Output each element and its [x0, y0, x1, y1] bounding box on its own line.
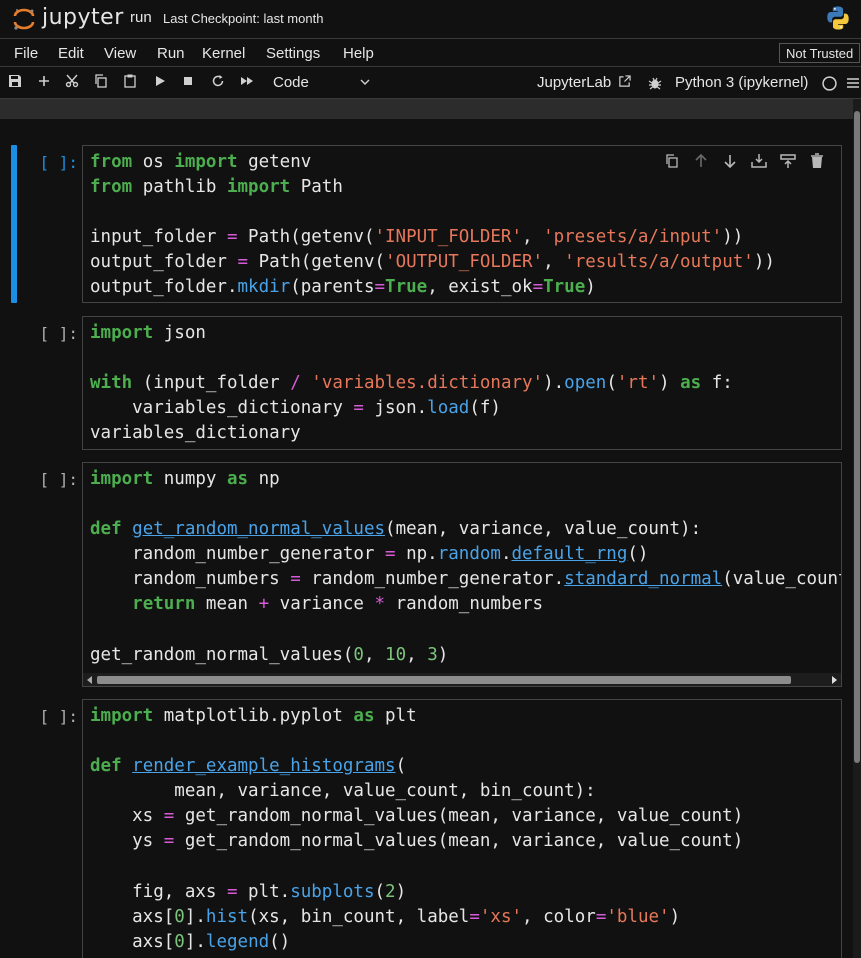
kernel-name[interactable]: Python 3 (ipykernel) — [675, 74, 808, 91]
active-cell-indicator — [11, 145, 17, 303]
top-bar: jupyter run Last Checkpoint: last month — [0, 0, 861, 38]
delete-cell-icon[interactable] — [808, 152, 826, 170]
kernel-status-icon — [822, 76, 837, 91]
cell-type-value: Code — [273, 74, 309, 91]
bug-icon[interactable] — [648, 76, 662, 90]
code-cell-4[interactable]: [ ]: import matplotlib.pyplot as plt def… — [0, 699, 853, 958]
jupyterlab-link[interactable]: JupyterLab — [537, 74, 632, 91]
menu-run[interactable]: Run — [157, 45, 185, 62]
menu-settings[interactable]: Settings — [266, 45, 320, 62]
cell-editor[interactable]: import numpy as np def get_random_normal… — [82, 462, 842, 673]
vertical-scrollbar-thumb[interactable] — [854, 111, 860, 763]
add-cell-icon[interactable] — [35, 74, 53, 92]
cell-prompt: [ ]: — [39, 324, 78, 343]
insert-above-icon[interactable] — [750, 152, 768, 170]
vertical-scrollbar[interactable] — [853, 99, 861, 958]
logo-text: jupyter — [42, 5, 124, 30]
menu-icon[interactable] — [846, 76, 860, 90]
duplicate-cell-icon[interactable] — [663, 152, 681, 170]
scroll-right-arrow[interactable] — [832, 676, 837, 684]
checkpoint-status: Last Checkpoint: last month — [163, 11, 324, 26]
run-icon[interactable] — [151, 74, 169, 92]
menu-kernel[interactable]: Kernel — [202, 45, 245, 62]
chevron-down-icon — [360, 79, 370, 85]
notebook-toolbar: Code JupyterLab Python 3 (ipykernel) — [0, 67, 861, 99]
menu-file[interactable]: File — [14, 45, 38, 62]
trust-status-button[interactable]: Not Trusted — [779, 43, 861, 63]
fast-forward-icon[interactable] — [238, 74, 256, 92]
save-icon[interactable] — [6, 74, 24, 92]
restart-icon[interactable] — [209, 74, 227, 92]
cell-editor[interactable]: import json with (input_folder / 'variab… — [82, 316, 842, 450]
move-down-icon[interactable] — [721, 152, 739, 170]
scroll-left-arrow[interactable] — [87, 676, 92, 684]
paste-icon[interactable] — [121, 74, 139, 92]
external-link-icon — [619, 75, 632, 87]
cell-code: import json with (input_folder / 'variab… — [90, 323, 733, 444]
cell-code: import matplotlib.pyplot as plt def rend… — [90, 706, 744, 952]
horizontal-scrollbar-thumb[interactable] — [97, 676, 791, 684]
jupyter-logo[interactable]: jupyter — [12, 5, 124, 33]
cell-toolbar — [663, 152, 833, 170]
jupyterlab-link-label: JupyterLab — [537, 74, 612, 91]
cell-type-select[interactable]: Code — [268, 72, 374, 94]
copy-icon[interactable] — [92, 74, 110, 92]
menu-bar: File Edit View Run Kernel Settings Help … — [0, 38, 861, 67]
cell-prompt: [ ]: — [39, 153, 78, 172]
move-up-icon[interactable] — [692, 152, 710, 170]
cell-editor[interactable]: from os import getenv from pathlib import… — [82, 145, 842, 303]
cut-icon[interactable] — [63, 74, 81, 92]
code-cell-3[interactable]: [ ]: import numpy as np def get_random_n… — [0, 462, 853, 688]
notebook-panel: [ ]: from os import getenv from pathlib i… — [0, 119, 853, 958]
cell-prompt: [ ]: — [39, 470, 78, 489]
code-cell-2[interactable]: [ ]: import json with (input_folder / 'v… — [0, 316, 853, 451]
menu-help[interactable]: Help — [343, 45, 374, 62]
jupyter-logo-icon — [13, 8, 35, 30]
cell-code: import numpy as np def get_random_normal… — [90, 469, 841, 665]
cell-editor[interactable]: import matplotlib.pyplot as plt def rend… — [82, 699, 842, 958]
code-cell-1[interactable]: [ ]: from os import getenv from pathlib i… — [0, 145, 853, 305]
toolbar-shadow — [0, 99, 853, 119]
stop-icon[interactable] — [179, 74, 197, 92]
menu-edit[interactable]: Edit — [58, 45, 84, 62]
python-logo-icon — [827, 6, 849, 30]
horizontal-scrollbar[interactable] — [82, 673, 842, 687]
menu-view[interactable]: View — [104, 45, 136, 62]
cell-prompt: [ ]: — [39, 707, 78, 726]
insert-below-icon[interactable] — [779, 152, 797, 170]
notebook-name[interactable]: run — [130, 9, 152, 26]
